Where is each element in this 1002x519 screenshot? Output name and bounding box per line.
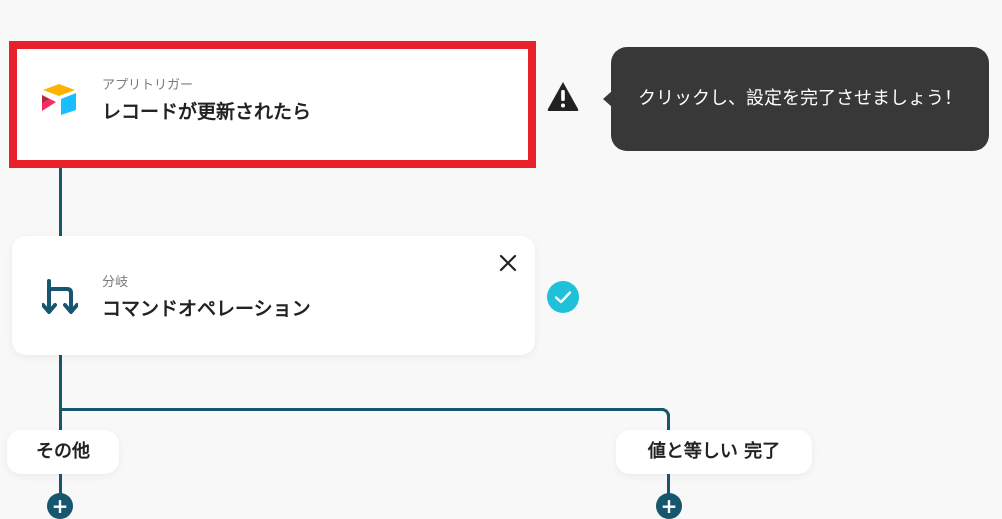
- add-step-button-right[interactable]: +: [656, 493, 682, 519]
- connector-split-horizontal: [59, 408, 664, 411]
- highlight-frame: [9, 41, 536, 168]
- connector-branch-down: [59, 352, 62, 412]
- branch-label-equals-done[interactable]: 値と等しい 完了: [616, 430, 812, 474]
- branch-card[interactable]: 分岐 コマンドオペレーション: [12, 236, 535, 355]
- branch-sub-label: 分岐: [102, 275, 129, 290]
- setup-tooltip: クリックし、設定を完了させましょう！: [611, 47, 989, 151]
- warning-icon: [546, 80, 580, 116]
- check-circle-icon: [546, 280, 580, 318]
- connector-right-corner: [661, 408, 670, 417]
- connector-trigger-to-branch: [59, 160, 62, 240]
- add-step-button-left[interactable]: +: [47, 493, 73, 519]
- branch-title: コマンドオペレーション: [102, 298, 311, 320]
- branch-icon: [41, 278, 79, 320]
- branch-label-other[interactable]: その他: [7, 430, 119, 474]
- close-icon[interactable]: [498, 253, 518, 277]
